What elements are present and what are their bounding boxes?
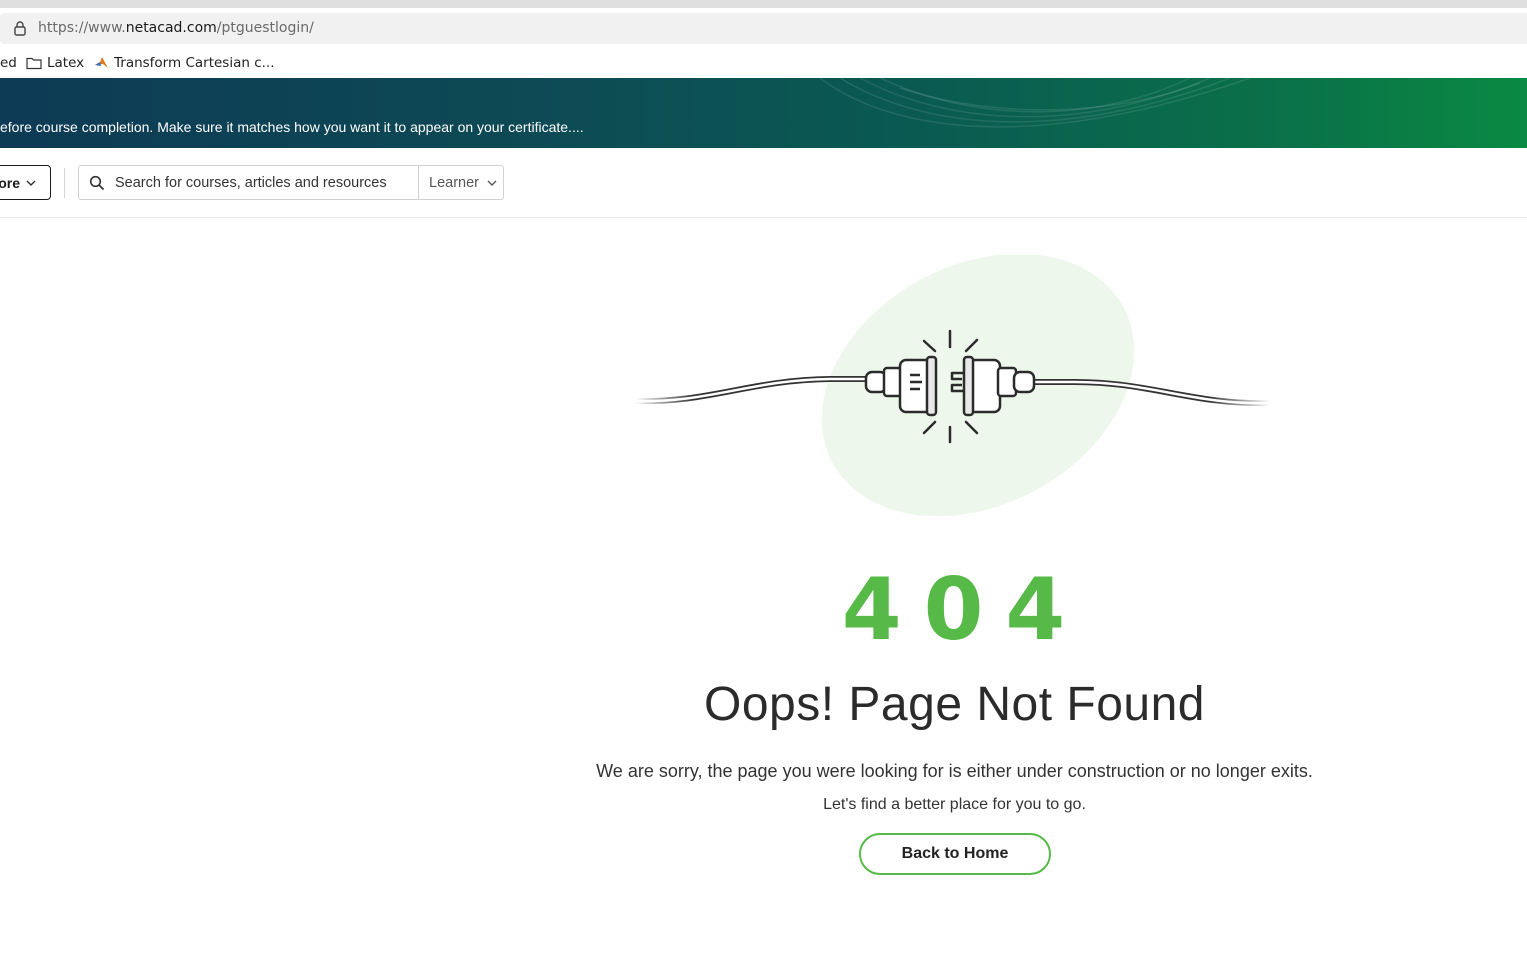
url-path: /ptguestlogin/	[216, 20, 314, 36]
nav-divider	[64, 168, 65, 198]
folder-icon	[26, 57, 42, 70]
browser-top-strip	[0, 0, 1527, 8]
error-code-digit: 4	[1005, 560, 1066, 660]
page-title: Oops! Page Not Found	[704, 678, 1205, 731]
url-prefix: https://www.	[38, 20, 126, 36]
search-input[interactable]	[115, 174, 405, 191]
matlab-icon	[95, 57, 108, 68]
error-code-digit: 4	[841, 560, 924, 660]
bookmark-item[interactable]: ed	[0, 55, 17, 71]
explore-label: ore	[0, 174, 20, 191]
error-message: We are sorry, the page you were looking …	[596, 761, 1313, 781]
bookmarks-bar: ed Latex Transform Cartesian c...	[0, 48, 1527, 78]
unplugged-cable-illustration	[634, 255, 1271, 517]
search-field-wrapper[interactable]	[79, 166, 419, 199]
search-box: Learner	[78, 165, 504, 200]
url-host: netacad.com	[125, 20, 217, 36]
bookmark-folder-latex[interactable]: Latex	[26, 55, 84, 71]
role-selector[interactable]: Learner	[419, 166, 503, 199]
explore-dropdown-button[interactable]: ore	[0, 165, 51, 200]
bookmark-label: ed	[0, 55, 17, 71]
search-icon	[89, 175, 105, 190]
error-code: 404	[0, 560, 1527, 660]
bookmark-label: Latex	[47, 55, 85, 71]
bookmark-label: Transform Cartesian c...	[114, 55, 275, 71]
chevron-down-icon	[26, 180, 36, 186]
chevron-down-icon	[487, 180, 497, 186]
back-to-home-button[interactable]: Back to Home	[859, 833, 1051, 875]
bookmark-item-transform[interactable]: Transform Cartesian c...	[94, 55, 275, 71]
top-navigation: ore Learner	[0, 148, 1527, 218]
notification-banner: efore course completion. Make sure it ma…	[0, 78, 1527, 148]
role-label: Learner	[429, 174, 479, 191]
error-code-digit: 0	[923, 560, 1006, 660]
url-text[interactable]: https://www.netacad.com/ptguestlogin/	[38, 20, 314, 36]
banner-decoration	[819, 78, 1251, 128]
lock-icon	[14, 21, 26, 36]
address-bar[interactable]: https://www.netacad.com/ptguestlogin/	[0, 13, 1527, 44]
banner-message: efore course completion. Make sure it ma…	[0, 119, 584, 135]
error-submessage: Let's find a better place for you to go.	[823, 796, 1086, 813]
